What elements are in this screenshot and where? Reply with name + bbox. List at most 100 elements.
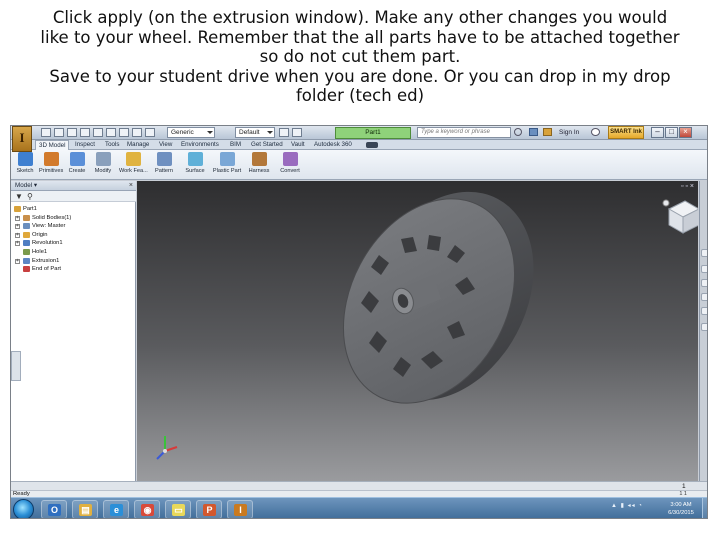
tree-node[interactable]: + View: Master <box>13 222 133 231</box>
redo-icon[interactable] <box>93 128 103 137</box>
system-tray[interactable]: ▲ ▮ ◂◂ ◔ <box>611 502 643 509</box>
search-icon[interactable] <box>514 128 522 136</box>
tab-manage[interactable]: Manage <box>127 140 149 150</box>
taskbar-button[interactable]: ◉ <box>134 500 160 518</box>
tab-3d-model[interactable]: 3D Model <box>35 140 70 150</box>
taskbar-button[interactable]: e <box>103 500 129 518</box>
taskbar-button[interactable]: I <box>227 500 253 518</box>
tree-node[interactable]: + Solid Bodies(1) <box>13 214 133 223</box>
sketch-label: Sketch <box>16 168 34 174</box>
view-cube[interactable] <box>662 199 698 234</box>
pan-icon[interactable] <box>701 265 707 273</box>
tab-vault[interactable]: Vault <box>291 140 305 150</box>
feature-icon <box>23 231 30 238</box>
update-icon[interactable] <box>119 128 129 137</box>
filter-icon[interactable]: ▼ <box>15 192 23 201</box>
tree-node[interactable]: Part1 <box>13 205 133 214</box>
help-icon[interactable] <box>591 128 600 136</box>
application-menu-button[interactable]: I <box>12 126 32 152</box>
ribbon-options-icon[interactable] <box>366 142 378 148</box>
primitives-button[interactable]: Primitives <box>39 152 63 179</box>
tab-bim[interactable]: BIM <box>230 140 241 150</box>
graphics-viewport[interactable]: ▫▫× <box>137 181 698 481</box>
look-at-icon[interactable] <box>701 307 707 315</box>
expand-icon[interactable]: + <box>15 232 20 238</box>
new-icon[interactable] <box>41 128 51 137</box>
pattern-icon <box>156 152 172 166</box>
tree-node-label: Revolution1 <box>32 240 63 247</box>
chrome-icon: ◉ <box>141 504 154 516</box>
tree-node[interactable]: + Origin <box>13 231 133 240</box>
pattern-button[interactable]: Pattern <box>149 152 179 179</box>
undo-icon[interactable] <box>80 128 90 137</box>
panel-grip[interactable] <box>11 351 21 381</box>
save-icon[interactable] <box>67 128 77 137</box>
plastic-part-button[interactable]: Plastic Part <box>212 152 242 179</box>
sticky-notes-icon: ▭ <box>172 504 185 516</box>
fx-icon[interactable] <box>279 128 289 137</box>
status-bar: Ready 1 1 <box>11 490 707 497</box>
plastic-part-icon <box>219 152 235 166</box>
exchange-icon[interactable] <box>543 128 552 136</box>
taskbar-button[interactable]: ▤ <box>72 500 98 518</box>
document-tab[interactable]: Part1 <box>335 127 411 139</box>
expand-icon[interactable]: + <box>15 215 20 221</box>
expand-icon[interactable]: + <box>15 241 20 247</box>
taskbar-button[interactable]: ▭ <box>165 500 191 518</box>
tab-view[interactable]: View <box>159 140 172 150</box>
convert-button[interactable]: Convert <box>276 152 304 179</box>
customize-icon[interactable] <box>292 128 302 137</box>
subscription-icon[interactable] <box>529 128 538 136</box>
wheel-model[interactable] <box>137 181 698 481</box>
tab-tools[interactable]: Tools <box>105 140 119 150</box>
minimize-button[interactable]: – <box>651 127 664 138</box>
sketch-button[interactable]: Sketch <box>13 152 37 179</box>
work-features-button[interactable]: Work Fea... <box>119 152 148 179</box>
plastic-part-label: Plastic Part <box>212 168 242 174</box>
view-face-icon[interactable] <box>701 323 707 331</box>
material-combo[interactable]: Generic <box>167 127 215 138</box>
home-icon[interactable] <box>106 128 116 137</box>
tab-inspect[interactable]: Inspect <box>75 140 95 150</box>
feature-icon <box>23 240 30 247</box>
tab-environments[interactable]: Environments <box>181 140 219 150</box>
smart-ink-button[interactable]: SMART Ink <box>608 126 644 139</box>
find-icon[interactable]: ⚲ <box>27 192 33 201</box>
start-button[interactable] <box>13 499 34 518</box>
sign-in-link[interactable]: Sign In <box>559 127 579 139</box>
taskbar-button[interactable]: O <box>41 500 67 518</box>
select-icon[interactable] <box>132 128 142 137</box>
work-features-label: Work Fea... <box>119 168 148 174</box>
tab-autodesk-360[interactable]: Autodesk 360 <box>314 140 352 150</box>
tree-node[interactable]: + Revolution1 <box>13 239 133 248</box>
inventor-icon: I <box>234 504 247 516</box>
browser-toolbar: ▼ ⚲ <box>11 191 136 202</box>
surface-button[interactable]: Surface <box>181 152 209 179</box>
tree-node[interactable]: Hole1 <box>13 248 133 257</box>
taskbar-button[interactable]: P <box>196 500 222 518</box>
browser-close-button[interactable]: × <box>129 181 133 191</box>
appearance-combo[interactable]: Default <box>235 127 275 138</box>
expand-icon[interactable]: + <box>15 224 20 230</box>
tab-get-started[interactable]: Get Started <box>251 140 283 150</box>
tree-node[interactable]: + Extrusion1 <box>13 257 133 266</box>
tree-node-label: Extrusion1 <box>32 257 60 264</box>
show-desktop-button[interactable] <box>702 498 707 518</box>
orbit-icon[interactable] <box>701 293 707 301</box>
material-icon[interactable] <box>145 128 155 137</box>
create-button[interactable]: Create <box>65 152 89 179</box>
expand-icon[interactable]: + <box>15 258 20 264</box>
search-input[interactable]: Type a keyword or phrase <box>417 127 511 138</box>
zoom-icon[interactable] <box>701 279 707 287</box>
maximize-button[interactable]: □ <box>665 127 678 138</box>
harness-button[interactable]: Harness <box>245 152 273 179</box>
harness-icon <box>251 152 267 166</box>
tree-node[interactable]: End of Part <box>13 265 133 274</box>
modify-button[interactable]: Modify <box>91 152 115 179</box>
close-button[interactable]: × <box>679 127 692 138</box>
browser-header[interactable]: Model ▾ × <box>11 181 136 191</box>
steering-wheel-icon[interactable] <box>701 249 707 257</box>
outlook-icon: O <box>48 504 61 516</box>
taskbar-clock[interactable]: 3:00 AM 6/30/2015 <box>663 501 699 517</box>
open-icon[interactable] <box>54 128 64 137</box>
